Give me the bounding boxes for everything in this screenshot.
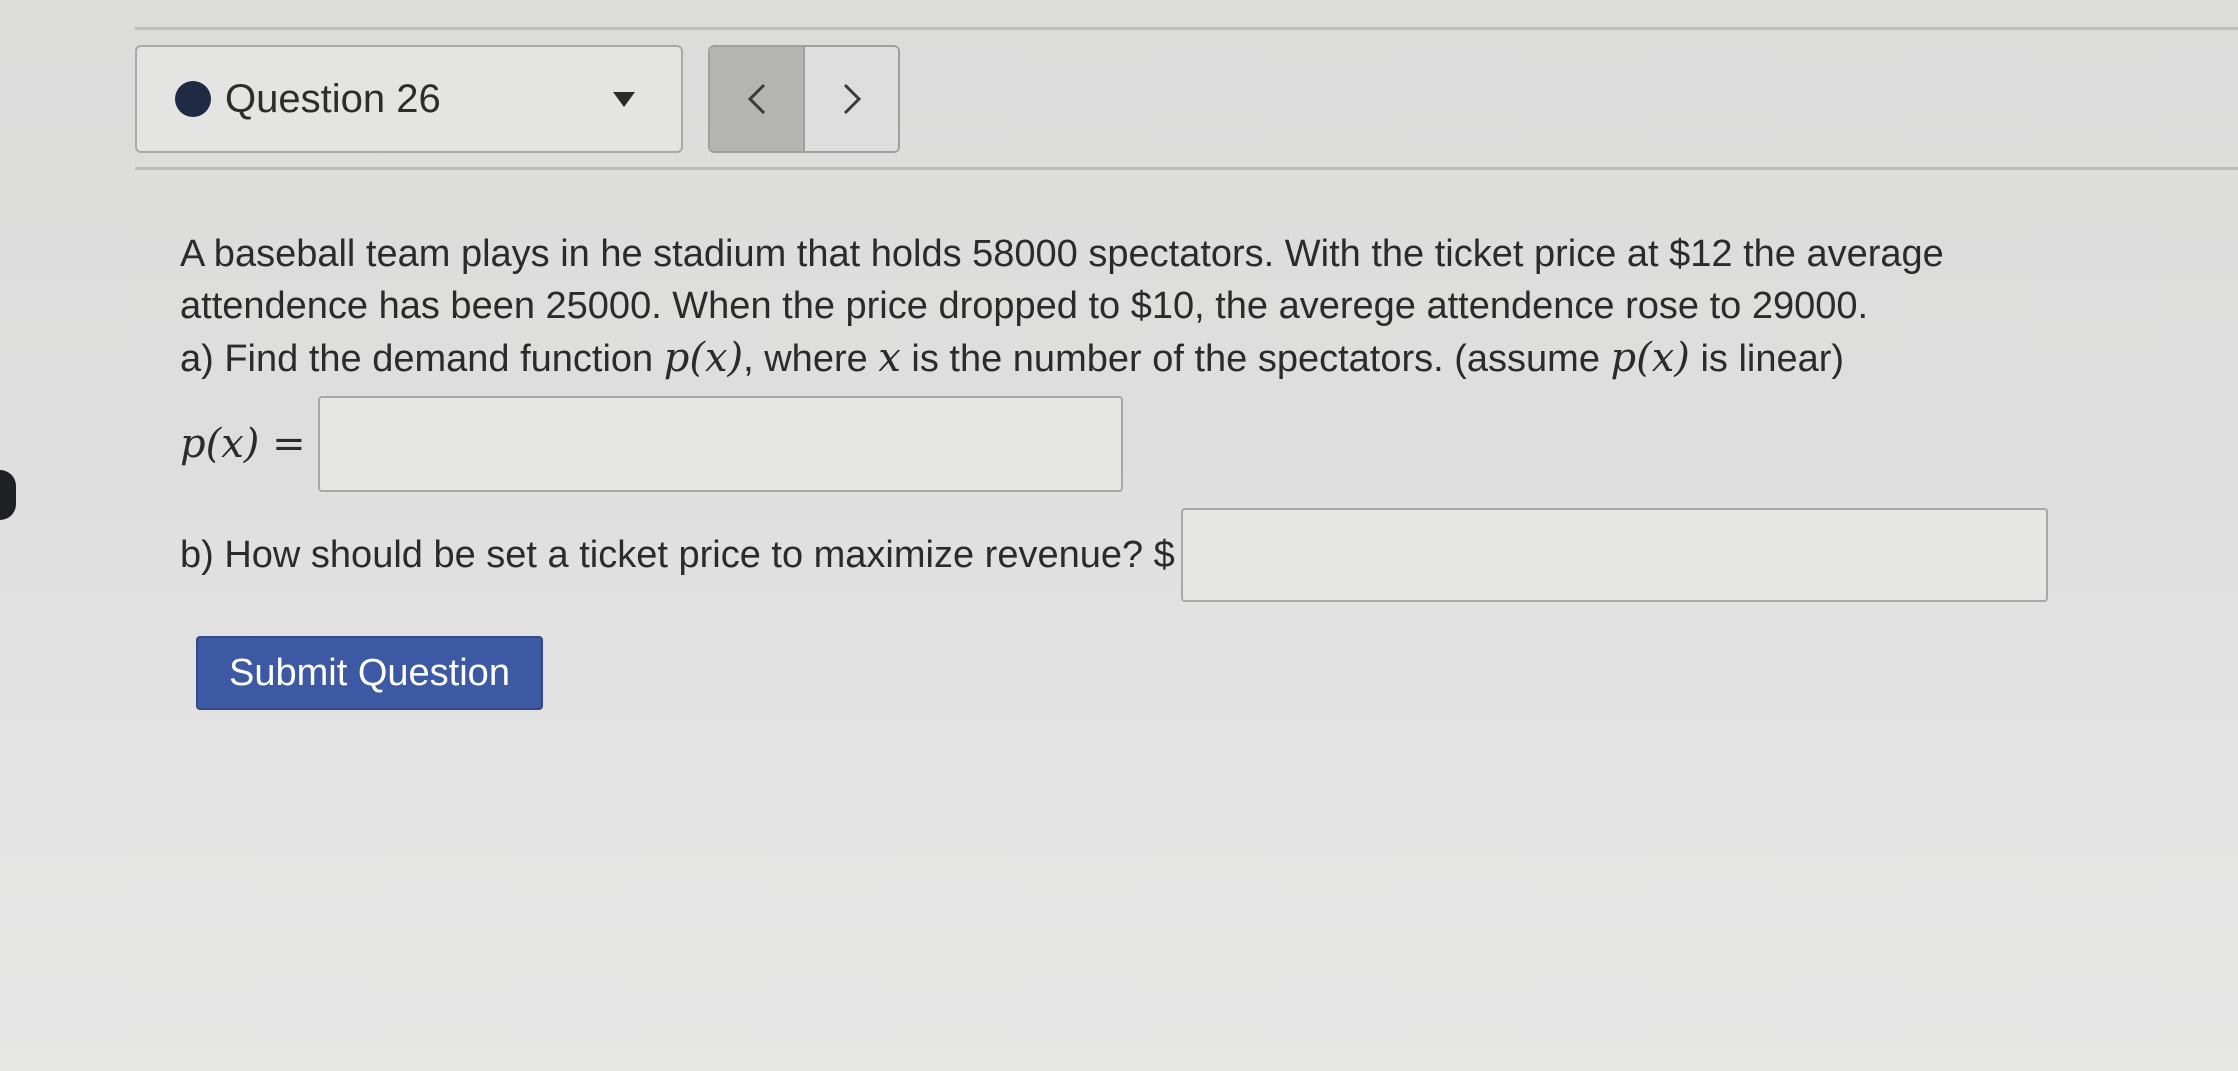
filled-circle-icon	[175, 81, 211, 117]
caret-down-icon[interactable]	[613, 91, 635, 107]
problem-text: is linear)	[1689, 338, 1845, 380]
previous-question-button[interactable]	[710, 47, 805, 151]
chevron-right-icon	[843, 83, 861, 115]
math-variable: x	[878, 335, 901, 381]
problem-text: a) Find the demand function	[180, 338, 664, 380]
problem-line-2: attendence has been 25000. When the pric…	[180, 285, 1869, 327]
next-question-button[interactable]	[805, 47, 898, 151]
problem-text: , where	[743, 338, 879, 380]
part-a-row: p(x) =	[180, 396, 1123, 492]
chevron-left-icon	[747, 83, 765, 115]
question-label: Question 26	[225, 76, 441, 121]
nav-divider	[135, 167, 2238, 170]
part-b-label: b) How should be set a ticket price to m…	[180, 533, 1175, 576]
part-a-label: p(x) =	[180, 421, 306, 467]
submit-question-button[interactable]: Submit Question	[196, 636, 543, 710]
question-selector[interactable]: Question 26	[135, 45, 683, 153]
part-b-row: b) How should be set a ticket price to m…	[180, 508, 2048, 602]
ticket-price-input[interactable]	[1180, 508, 2048, 602]
math-expression: p(x)	[1610, 335, 1690, 381]
problem-statement: A baseball team plays in he stadium that…	[180, 228, 2180, 385]
problem-line-3: a) Find the demand function p(x), where …	[180, 332, 2180, 385]
math-expression: p(x)	[663, 335, 744, 381]
problem-line-1: A baseball team plays in he stadium that…	[180, 233, 1944, 275]
top-divider	[135, 27, 2238, 30]
question-pager	[708, 45, 900, 153]
edge-tab	[0, 470, 16, 520]
demand-function-input[interactable]	[317, 396, 1123, 492]
problem-text: is the number of the spectators. (assume	[900, 338, 1611, 380]
